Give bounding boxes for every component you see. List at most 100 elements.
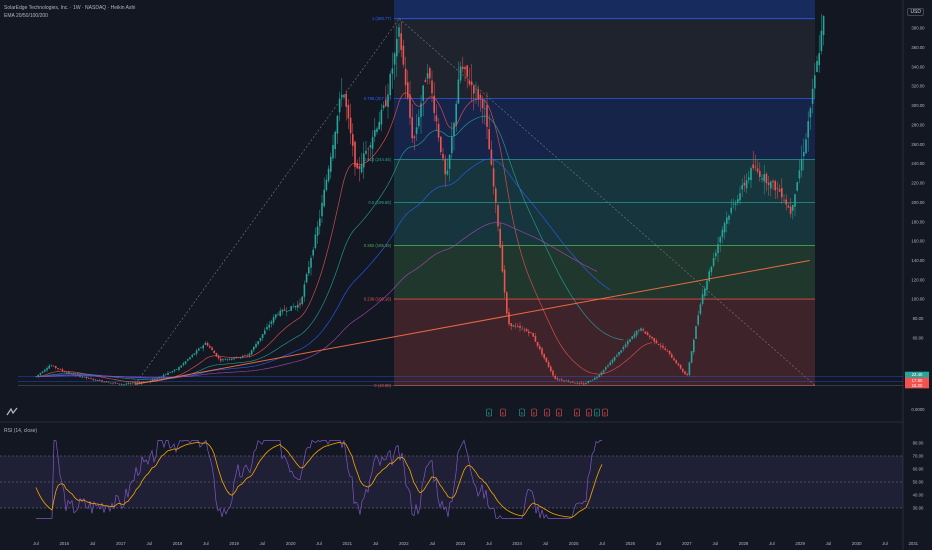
candle-body <box>378 121 380 130</box>
y-tick-label: 180.00 <box>911 219 925 224</box>
candle-body <box>107 382 110 383</box>
candle-body <box>343 95 345 98</box>
fib-label-0.236: 0.236 (100.16) <box>364 297 392 302</box>
candle-body <box>607 365 609 367</box>
candle-body <box>712 257 715 266</box>
candle-body <box>789 206 792 214</box>
candle-body <box>290 306 292 311</box>
candle-body <box>385 100 387 107</box>
candle-body <box>470 81 473 86</box>
candle-body <box>561 379 563 381</box>
candle-body <box>671 354 673 358</box>
candle-body <box>796 182 798 191</box>
x-tick-label: 2017 <box>116 541 126 546</box>
candle-body <box>523 329 526 331</box>
candle-body <box>270 321 273 324</box>
earnings-marker-label: E <box>533 411 536 416</box>
x-tick-label: Jul <box>429 541 435 546</box>
candle-body <box>125 383 127 385</box>
candle-body <box>257 341 259 345</box>
x-tick-label: 2020 <box>286 541 296 546</box>
candle-body <box>268 324 270 328</box>
candle-body <box>99 380 101 381</box>
candle-body <box>534 335 537 342</box>
candle-body <box>422 85 424 101</box>
x-tick-label: 2018 <box>173 541 183 546</box>
candle-body <box>129 383 132 384</box>
earnings-marker-label: E <box>588 411 591 416</box>
y-tick-label: 60.00 <box>913 335 924 340</box>
fib-label-0.382: 0.382 (155.39) <box>364 243 392 248</box>
candle-body <box>778 189 781 192</box>
candle-body <box>565 380 567 382</box>
candle-body <box>752 164 754 169</box>
candle-body <box>246 355 248 357</box>
y-tick-label: 220.00 <box>911 181 925 186</box>
candle-body <box>305 274 308 283</box>
earnings-marker-label: E <box>576 411 579 416</box>
candle-body <box>44 369 46 372</box>
candle-body <box>717 244 719 253</box>
candle-body <box>587 381 589 383</box>
candle-body <box>732 203 735 205</box>
candle-body <box>204 342 207 345</box>
x-tick-label: 2026 <box>626 541 636 546</box>
candle-body <box>398 27 400 37</box>
candle-body <box>754 166 757 168</box>
candle-body <box>589 380 592 382</box>
candle-body <box>178 367 180 370</box>
candle-body <box>459 66 462 81</box>
candle-body <box>688 362 691 375</box>
rsi-tick-label: 80.00 <box>913 441 924 446</box>
candle-body <box>781 188 783 198</box>
candle-body <box>206 342 209 346</box>
candle-body <box>363 153 365 168</box>
candle-body <box>787 205 790 208</box>
candle-body <box>743 182 746 186</box>
y-tick-label: 300.00 <box>911 103 925 108</box>
candle-body <box>330 156 332 172</box>
candle-body <box>349 117 352 134</box>
rsi-legend[interactable]: RSI (14, close) <box>4 428 37 434</box>
candle-body <box>404 68 407 86</box>
candle-body <box>195 350 198 354</box>
candle-body <box>580 382 583 384</box>
candle-body <box>728 215 730 220</box>
candle-body <box>59 369 61 370</box>
candle-body <box>532 333 534 337</box>
candle-body <box>792 204 794 211</box>
y-tick-label: 340.00 <box>911 64 925 69</box>
candle-body <box>569 381 572 383</box>
candle-body <box>807 121 809 138</box>
candle-body <box>209 346 211 348</box>
candle-body <box>396 38 398 57</box>
candle-body <box>68 372 70 374</box>
candle-body <box>39 373 42 375</box>
candle-body <box>514 325 517 327</box>
candle-body <box>715 252 717 257</box>
candle-body <box>686 373 688 375</box>
currency-badge[interactable]: USD <box>907 8 924 16</box>
candle-body <box>308 267 310 274</box>
candle-body <box>189 357 191 360</box>
candle-body <box>299 303 301 305</box>
candle-body <box>354 141 356 167</box>
x-tick-label: 2022 <box>399 541 409 546</box>
candle-body <box>668 350 671 354</box>
candle-body <box>220 358 222 361</box>
candle-body <box>605 367 607 370</box>
candle-body <box>651 336 653 339</box>
candle-body <box>176 369 178 370</box>
candle-body <box>105 381 108 383</box>
candle-body <box>110 382 112 384</box>
candle-body <box>173 369 176 371</box>
candle-body <box>323 189 325 207</box>
candle-body <box>165 374 167 376</box>
candle-body <box>136 382 138 384</box>
x-tick-label: Jul <box>260 541 266 546</box>
candle-body <box>609 362 611 366</box>
candle-body <box>275 314 277 318</box>
candle-body <box>785 199 787 205</box>
indicator-legend[interactable]: EMA 20/50/100/200 <box>4 13 48 19</box>
candle-body <box>453 122 455 137</box>
